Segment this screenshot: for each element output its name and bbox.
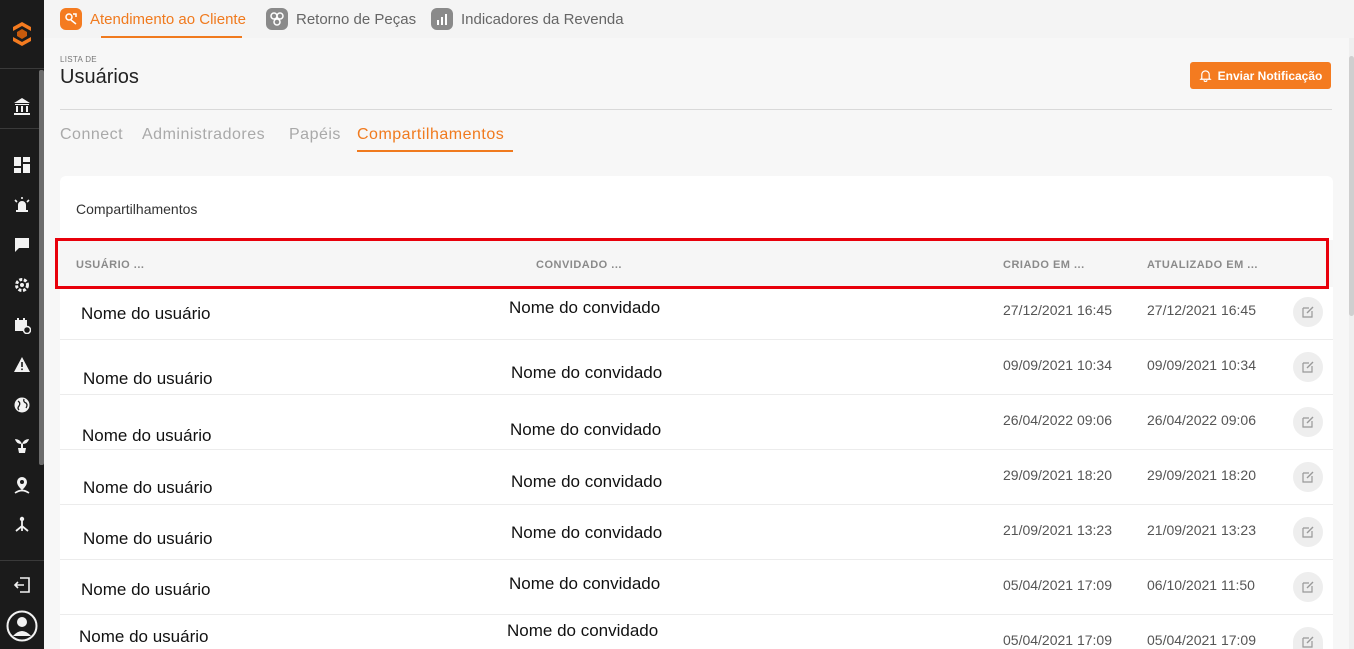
table-cell-created: 29/09/2021 18:20 — [1003, 467, 1112, 483]
table-cell-guest: Nome do convidado — [507, 621, 659, 640]
customer-service-icon — [60, 8, 82, 30]
sub-tab-active-indicator — [357, 150, 513, 152]
edit-icon — [1302, 361, 1314, 373]
bell-icon — [1199, 70, 1212, 82]
app-tab-label: Retorno de Peças — [296, 10, 417, 28]
table-cell-user: Nome do usuário — [81, 580, 211, 599]
row-divider — [60, 504, 1333, 505]
edit-icon — [1302, 471, 1314, 483]
edit-button[interactable] — [1293, 462, 1323, 492]
row-divider — [60, 339, 1333, 340]
user-avatar-icon[interactable] — [6, 610, 38, 642]
table-cell-updated: 26/04/2022 09:06 — [1147, 412, 1256, 428]
sidebar-divider — [0, 128, 44, 129]
edit-icon — [1302, 416, 1314, 428]
page-title: Usuários — [60, 66, 139, 88]
tab-compartilhamentos[interactable]: Compartilhamentos — [357, 126, 504, 144]
table-cell-created: 09/09/2021 10:34 — [1003, 357, 1112, 373]
table-cell-user: Nome do usuário — [82, 426, 212, 445]
edit-button[interactable] — [1293, 627, 1323, 649]
table-cell-updated: 27/12/2021 16:45 — [1147, 302, 1256, 318]
globe-icon[interactable] — [10, 393, 34, 417]
logout-icon[interactable] — [10, 573, 34, 597]
row-divider — [60, 559, 1333, 560]
edit-button[interactable] — [1293, 407, 1323, 437]
tab-connect[interactable]: Connect — [60, 126, 123, 144]
location-user-icon[interactable] — [10, 473, 34, 497]
settings-icon[interactable] — [10, 273, 34, 297]
edit-icon — [1302, 581, 1314, 593]
edit-icon — [1302, 636, 1314, 648]
sidebar-divider — [0, 68, 44, 69]
sidebar-divider — [0, 560, 44, 561]
calendar-icon[interactable] — [10, 313, 34, 337]
table-cell-user: Nome do usuário — [79, 627, 209, 646]
table-cell-guest: Nome do convidado — [509, 298, 661, 317]
send-notification-label: Enviar Notificação — [1217, 68, 1323, 83]
table-cell-guest: Nome do convidado — [511, 472, 663, 491]
app-tab-retorno[interactable]: Retorno de Peças — [266, 6, 416, 32]
table-cell-updated: 05/04/2021 17:09 — [1147, 632, 1256, 648]
send-notification-button[interactable]: Enviar Notificação — [1190, 62, 1331, 89]
edit-button[interactable] — [1293, 572, 1323, 602]
table-cell-created: 26/04/2022 09:06 — [1003, 412, 1112, 428]
bar-chart-icon — [431, 8, 453, 30]
app-tabs: Atendimento ao Cliente Retorno de Peças … — [44, 0, 1354, 38]
table-cell-user: Nome do usuário — [83, 369, 213, 388]
parts-return-icon — [266, 8, 288, 30]
card-title: Compartilhamentos — [76, 201, 198, 217]
table-cell-guest: Nome do convidado — [510, 420, 662, 439]
highlight-box — [55, 238, 1329, 289]
table-cell-created: 05/04/2021 17:09 — [1003, 577, 1112, 593]
table-cell-user: Nome do usuário — [81, 304, 211, 323]
edit-icon — [1302, 306, 1314, 318]
table-cell-updated: 21/09/2021 13:23 — [1147, 522, 1256, 538]
table-cell-updated: 29/09/2021 18:20 — [1147, 467, 1256, 483]
table-cell-created: 27/12/2021 16:45 — [1003, 302, 1112, 318]
table-cell-guest: Nome do convidado — [509, 574, 661, 593]
tab-papeis[interactable]: Papéis — [289, 126, 341, 144]
dealer-icon[interactable] — [10, 94, 34, 118]
brand-logo[interactable] — [5, 6, 39, 62]
app-tab-label: Indicadores da Revenda — [461, 10, 624, 28]
edit-button[interactable] — [1293, 297, 1323, 327]
table-cell-guest: Nome do convidado — [511, 523, 663, 542]
tab-administradores[interactable]: Administradores — [142, 126, 265, 144]
dashboard-icon[interactable] — [10, 153, 34, 177]
warning-icon[interactable] — [10, 353, 34, 377]
table-cell-user: Nome do usuário — [83, 478, 213, 497]
alarm-icon[interactable] — [10, 193, 34, 217]
plant-icon[interactable] — [10, 433, 34, 457]
table-cell-created: 05/04/2021 17:09 — [1003, 632, 1112, 648]
app-tab-indicadores[interactable]: Indicadores da Revenda — [431, 6, 624, 32]
table-cell-created: 21/09/2021 13:23 — [1003, 522, 1112, 538]
table-cell-guest: Nome do convidado — [511, 363, 663, 382]
table-cell-user: Nome do usuário — [83, 529, 213, 548]
app-tab-label: Atendimento ao Cliente — [90, 10, 246, 28]
row-divider — [60, 394, 1333, 395]
sidebar — [0, 0, 44, 649]
edit-icon — [1302, 526, 1314, 538]
network-icon[interactable] — [10, 513, 34, 537]
breadcrumb: LISTA DE — [60, 55, 97, 64]
row-divider — [60, 449, 1333, 450]
app-tab-atendimento[interactable]: Atendimento ao Cliente — [60, 6, 246, 32]
row-divider — [60, 614, 1333, 615]
page-scrollbar-thumb[interactable] — [1349, 56, 1354, 316]
edit-button[interactable] — [1293, 517, 1323, 547]
chat-icon[interactable] — [10, 233, 34, 257]
edit-button[interactable] — [1293, 352, 1323, 382]
header-divider — [60, 109, 1332, 110]
table-cell-updated: 09/09/2021 10:34 — [1147, 357, 1256, 373]
table-cell-updated: 06/10/2021 11:50 — [1147, 577, 1255, 593]
